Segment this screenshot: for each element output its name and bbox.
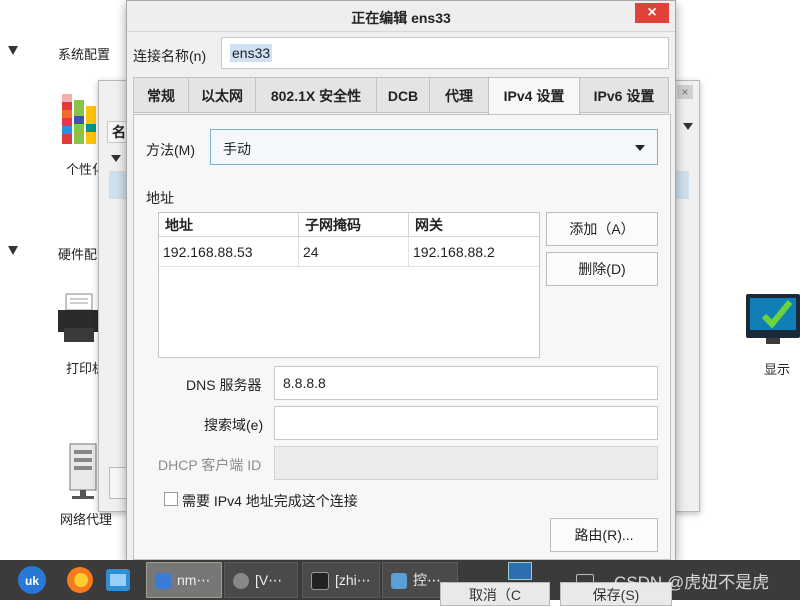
ipv4-settings-panel: 方法(M) 手动 地址 地址 子网掩码 网关 192.168.88.53 24 … xyxy=(133,114,671,560)
tab-bar: 常规 以太网 802.1X 安全性 DCB 代理 IPv4 设置 IPv6 设置 xyxy=(133,77,671,116)
address-table[interactable]: 地址 子网掩码 网关 192.168.88.53 24 192.168.88.2 xyxy=(158,212,540,358)
routes-button[interactable]: 路由(R)... xyxy=(550,518,658,552)
require-ipv4-checkbox[interactable] xyxy=(164,492,178,506)
gateway-cell[interactable]: 192.168.88.2 xyxy=(409,237,539,267)
method-select[interactable]: 手动 xyxy=(210,129,658,165)
tab-dcb[interactable]: DCB xyxy=(376,77,430,113)
printer-icon[interactable] xyxy=(56,292,100,344)
column-header-netmask[interactable]: 子网掩码 xyxy=(299,213,409,237)
tab-8021x-security[interactable]: 802.1X 安全性 xyxy=(255,77,377,113)
terminal-icon xyxy=(311,572,329,591)
svg-text:uk: uk xyxy=(25,574,39,588)
dns-servers-label: DNS 服务器 xyxy=(186,377,262,393)
taskbar-item-label: [V⋯ xyxy=(255,572,283,588)
tab-general[interactable]: 常规 xyxy=(133,77,189,113)
taskbar-item-label: 控⋯ xyxy=(413,572,441,588)
network-status-icon[interactable] xyxy=(508,562,532,580)
section-label: 系统配置 xyxy=(58,47,111,62)
cancel-button[interactable]: 取消（C xyxy=(440,582,550,606)
taskbar-item-network-manager[interactable]: nm⋯ xyxy=(146,562,222,598)
dialog-title: 正在编辑 ens33 xyxy=(351,10,451,26)
tab-ipv4-settings[interactable]: IPv4 设置 xyxy=(488,77,580,116)
column-header-address[interactable]: 地址 xyxy=(159,213,299,237)
close-button[interactable]: × xyxy=(635,3,669,23)
expand-arrow-icon[interactable] xyxy=(111,155,121,162)
tab-ethernet[interactable]: 以太网 xyxy=(188,77,256,113)
section-label: 硬件配 xyxy=(58,247,98,262)
method-value: 手动 xyxy=(223,141,251,157)
display-label[interactable]: 显示 xyxy=(764,359,790,378)
personalization-icon[interactable] xyxy=(58,92,100,148)
title-bar[interactable]: 正在编辑 ens33 × xyxy=(127,1,675,32)
globe-icon xyxy=(233,573,249,590)
address-cell[interactable]: 192.168.88.53 xyxy=(159,237,299,267)
start-menu-icon[interactable]: uk xyxy=(18,566,46,594)
gear-icon xyxy=(391,573,407,590)
display-stand xyxy=(766,338,780,344)
collapse-arrow-icon[interactable] xyxy=(8,246,18,255)
column-header-gateway[interactable]: 网关 xyxy=(409,213,539,237)
file-manager-icon[interactable] xyxy=(104,566,132,594)
tab-proxy[interactable]: 代理 xyxy=(429,77,489,113)
search-domain-input[interactable] xyxy=(274,406,658,440)
taskbar-item-label: [zhi⋯ xyxy=(335,572,371,588)
close-icon[interactable]: × xyxy=(677,85,693,99)
connection-name-value: ens33 xyxy=(230,44,273,62)
connection-name-label: 连接名称(n) xyxy=(133,48,207,64)
address-section-title: 地址 xyxy=(146,190,174,206)
dns-servers-input[interactable]: 8.8.8.8 xyxy=(274,366,658,400)
search-domain-label: 搜索域(e) xyxy=(204,417,264,433)
network-proxy-icon[interactable] xyxy=(66,442,102,500)
firefox-icon[interactable] xyxy=(66,566,94,594)
network-icon xyxy=(155,573,171,590)
delete-address-button[interactable]: 删除(D) xyxy=(546,252,658,286)
dropdown-arrow-icon[interactable] xyxy=(683,123,693,130)
require-ipv4-label[interactable]: 需要 IPv4 地址完成这个连接 xyxy=(182,491,358,511)
netmask-cell[interactable]: 24 xyxy=(299,237,409,267)
watermark: CSDN @虎妞不是虎 xyxy=(614,573,770,592)
dhcp-client-id-label: DHCP 客户端 ID xyxy=(158,457,262,473)
edit-connection-dialog: 正在编辑 ens33 × 连接名称(n) ens33 常规 以太网 802.1X… xyxy=(126,0,676,562)
method-label: 方法(M) xyxy=(146,142,195,158)
add-address-button[interactable]: 添加（A） xyxy=(546,212,658,246)
dhcp-client-id-input xyxy=(274,446,658,480)
display-icon[interactable] xyxy=(746,294,800,344)
taskbar-item-label: nm⋯ xyxy=(177,572,211,588)
tab-ipv6-settings[interactable]: IPv6 设置 xyxy=(579,77,669,113)
chevron-down-icon xyxy=(635,145,645,151)
taskbar-item-window-2[interactable]: [V⋯ xyxy=(224,562,298,598)
connection-name-input[interactable]: ens33 xyxy=(221,37,669,69)
collapse-arrow-icon[interactable] xyxy=(8,46,18,55)
taskbar-item-terminal[interactable]: [zhi⋯ xyxy=(302,562,380,598)
dns-servers-value: 8.8.8.8 xyxy=(283,375,326,391)
display-screen xyxy=(750,298,796,330)
